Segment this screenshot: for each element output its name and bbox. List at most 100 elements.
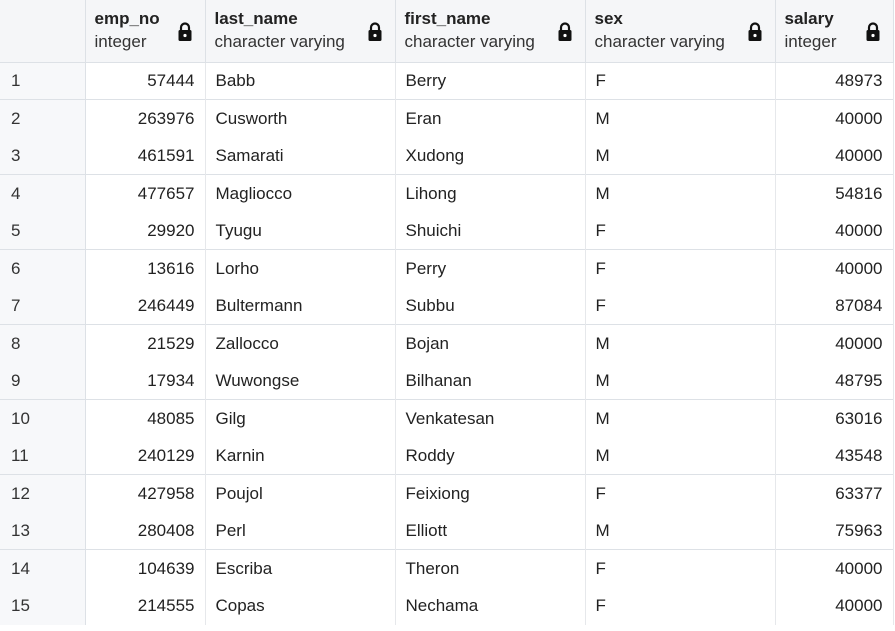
cell-last-name[interactable]: Lorho bbox=[205, 249, 396, 287]
cell-salary[interactable]: 48973 bbox=[775, 62, 894, 100]
cell-sex[interactable]: M bbox=[585, 137, 776, 175]
row-number[interactable]: 6 bbox=[0, 249, 86, 287]
row-number[interactable]: 14 bbox=[0, 549, 86, 587]
table-row[interactable]: 1 57444 Babb Berry F 48973 bbox=[0, 62, 894, 100]
column-header-first-name[interactable]: first_name character varying bbox=[395, 0, 586, 63]
cell-emp-no[interactable]: 29920 bbox=[85, 212, 206, 250]
cell-salary[interactable]: 63377 bbox=[775, 474, 894, 512]
table-row[interactable]: 9 17934 Wuwongse Bilhanan M 48795 bbox=[0, 362, 894, 400]
cell-last-name[interactable]: Karnin bbox=[205, 437, 396, 475]
row-number[interactable]: 7 bbox=[0, 287, 86, 325]
cell-first-name[interactable]: Bojan bbox=[395, 324, 586, 362]
cell-sex[interactable]: M bbox=[585, 399, 776, 437]
table-row[interactable]: 7 246449 Bultermann Subbu F 87084 bbox=[0, 287, 894, 325]
table-row[interactable]: 14 104639 Escriba Theron F 40000 bbox=[0, 549, 894, 587]
cell-last-name[interactable]: Tyugu bbox=[205, 212, 396, 250]
cell-last-name[interactable]: Babb bbox=[205, 62, 396, 100]
table-row[interactable]: 6 13616 Lorho Perry F 40000 bbox=[0, 249, 894, 287]
cell-emp-no[interactable]: 427958 bbox=[85, 474, 206, 512]
table-row[interactable]: 5 29920 Tyugu Shuichi F 40000 bbox=[0, 212, 894, 250]
cell-emp-no[interactable]: 104639 bbox=[85, 549, 206, 587]
cell-sex[interactable]: F bbox=[585, 474, 776, 512]
table-row[interactable]: 13 280408 Perl Elliott M 75963 bbox=[0, 512, 894, 550]
cell-first-name[interactable]: Roddy bbox=[395, 437, 586, 475]
cell-salary[interactable]: 75963 bbox=[775, 512, 894, 550]
table-row[interactable]: 15 214555 Copas Nechama F 40000 bbox=[0, 587, 894, 625]
cell-emp-no[interactable]: 246449 bbox=[85, 287, 206, 325]
row-number[interactable]: 3 bbox=[0, 137, 86, 175]
cell-emp-no[interactable]: 57444 bbox=[85, 62, 206, 100]
cell-salary[interactable]: 40000 bbox=[775, 212, 894, 250]
cell-first-name[interactable]: Theron bbox=[395, 549, 586, 587]
cell-sex[interactable]: M bbox=[585, 512, 776, 550]
cell-first-name[interactable]: Berry bbox=[395, 62, 586, 100]
cell-emp-no[interactable]: 477657 bbox=[85, 174, 206, 212]
cell-salary[interactable]: 40000 bbox=[775, 249, 894, 287]
row-number[interactable]: 15 bbox=[0, 587, 86, 625]
table-row[interactable]: 3 461591 Samarati Xudong M 40000 bbox=[0, 137, 894, 175]
table-row[interactable]: 4 477657 Magliocco Lihong M 54816 bbox=[0, 174, 894, 212]
cell-sex[interactable]: F bbox=[585, 249, 776, 287]
cell-emp-no[interactable]: 280408 bbox=[85, 512, 206, 550]
cell-sex[interactable]: F bbox=[585, 212, 776, 250]
row-number[interactable]: 2 bbox=[0, 99, 86, 137]
cell-first-name[interactable]: Elliott bbox=[395, 512, 586, 550]
cell-first-name[interactable]: Lihong bbox=[395, 174, 586, 212]
cell-last-name[interactable]: Wuwongse bbox=[205, 362, 396, 400]
row-number[interactable]: 13 bbox=[0, 512, 86, 550]
cell-first-name[interactable]: Eran bbox=[395, 99, 586, 137]
cell-emp-no[interactable]: 13616 bbox=[85, 249, 206, 287]
cell-sex[interactable]: F bbox=[585, 62, 776, 100]
cell-last-name[interactable]: Bultermann bbox=[205, 287, 396, 325]
cell-salary[interactable]: 54816 bbox=[775, 174, 894, 212]
row-number[interactable]: 8 bbox=[0, 324, 86, 362]
cell-emp-no[interactable]: 48085 bbox=[85, 399, 206, 437]
cell-emp-no[interactable]: 263976 bbox=[85, 99, 206, 137]
row-number-header[interactable] bbox=[0, 0, 86, 63]
cell-salary[interactable]: 40000 bbox=[775, 137, 894, 175]
cell-last-name[interactable]: Perl bbox=[205, 512, 396, 550]
table-row[interactable]: 10 48085 Gilg Venkatesan M 63016 bbox=[0, 399, 894, 437]
cell-emp-no[interactable]: 21529 bbox=[85, 324, 206, 362]
cell-salary[interactable]: 87084 bbox=[775, 287, 894, 325]
cell-emp-no[interactable]: 240129 bbox=[85, 437, 206, 475]
cell-last-name[interactable]: Magliocco bbox=[205, 174, 396, 212]
cell-last-name[interactable]: Copas bbox=[205, 587, 396, 625]
cell-salary[interactable]: 40000 bbox=[775, 324, 894, 362]
row-number[interactable]: 5 bbox=[0, 212, 86, 250]
cell-first-name[interactable]: Subbu bbox=[395, 287, 586, 325]
cell-sex[interactable]: F bbox=[585, 549, 776, 587]
cell-first-name[interactable]: Shuichi bbox=[395, 212, 586, 250]
cell-first-name[interactable]: Bilhanan bbox=[395, 362, 586, 400]
cell-sex[interactable]: M bbox=[585, 437, 776, 475]
cell-last-name[interactable]: Escriba bbox=[205, 549, 396, 587]
cell-sex[interactable]: M bbox=[585, 99, 776, 137]
cell-sex[interactable]: M bbox=[585, 324, 776, 362]
cell-salary[interactable]: 40000 bbox=[775, 99, 894, 137]
column-header-salary[interactable]: salary integer bbox=[775, 0, 894, 63]
cell-first-name[interactable]: Xudong bbox=[395, 137, 586, 175]
cell-last-name[interactable]: Poujol bbox=[205, 474, 396, 512]
cell-first-name[interactable]: Nechama bbox=[395, 587, 586, 625]
cell-last-name[interactable]: Gilg bbox=[205, 399, 396, 437]
row-number[interactable]: 11 bbox=[0, 437, 86, 475]
cell-first-name[interactable]: Perry bbox=[395, 249, 586, 287]
row-number[interactable]: 4 bbox=[0, 174, 86, 212]
cell-sex[interactable]: M bbox=[585, 174, 776, 212]
column-header-sex[interactable]: sex character varying bbox=[585, 0, 776, 63]
cell-sex[interactable]: F bbox=[585, 587, 776, 625]
table-row[interactable]: 11 240129 Karnin Roddy M 43548 bbox=[0, 437, 894, 475]
cell-sex[interactable]: F bbox=[585, 287, 776, 325]
cell-salary[interactable]: 40000 bbox=[775, 587, 894, 625]
row-number[interactable]: 1 bbox=[0, 62, 86, 100]
cell-emp-no[interactable]: 17934 bbox=[85, 362, 206, 400]
cell-first-name[interactable]: Venkatesan bbox=[395, 399, 586, 437]
column-header-last-name[interactable]: last_name character varying bbox=[205, 0, 396, 63]
cell-salary[interactable]: 43548 bbox=[775, 437, 894, 475]
table-row[interactable]: 2 263976 Cusworth Eran M 40000 bbox=[0, 99, 894, 137]
column-header-emp-no[interactable]: emp_no integer bbox=[85, 0, 206, 63]
cell-last-name[interactable]: Cusworth bbox=[205, 99, 396, 137]
cell-emp-no[interactable]: 214555 bbox=[85, 587, 206, 625]
row-number[interactable]: 10 bbox=[0, 399, 86, 437]
cell-last-name[interactable]: Zallocco bbox=[205, 324, 396, 362]
